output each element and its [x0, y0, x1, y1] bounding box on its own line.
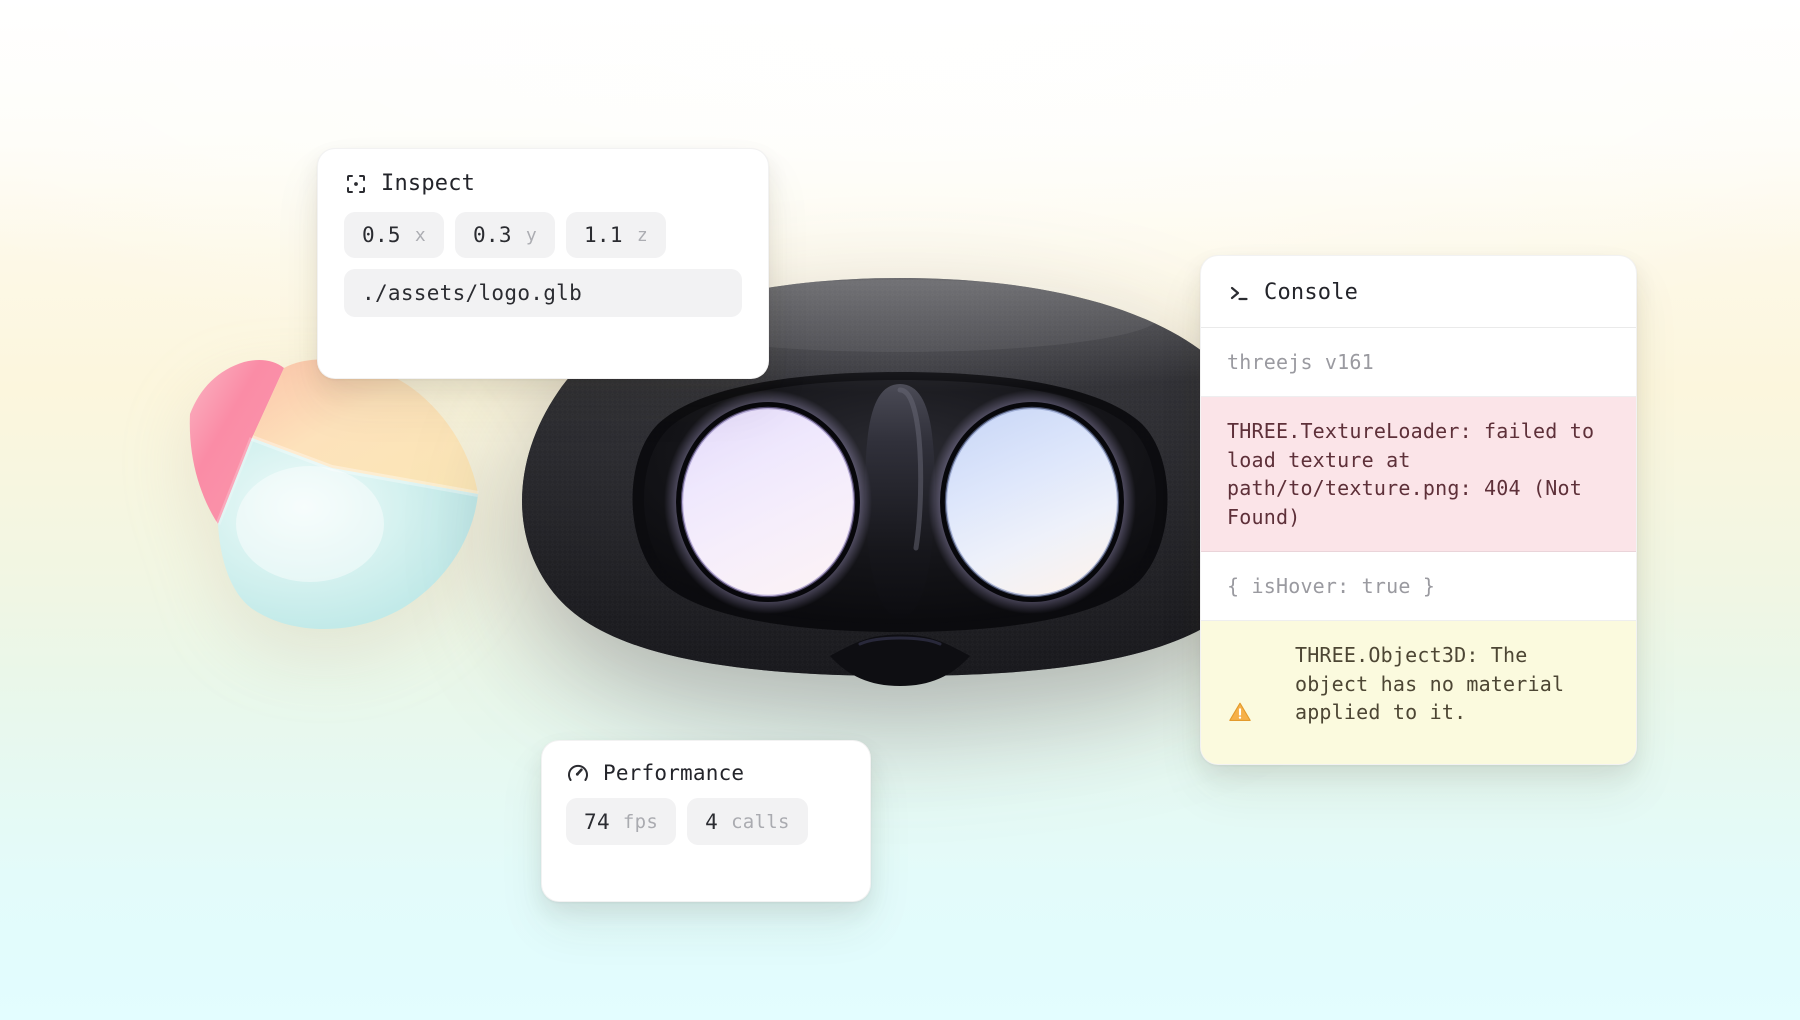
- scan-crosshair-icon: [344, 172, 368, 196]
- performance-header: Performance: [542, 741, 870, 793]
- headset-lens-left: [664, 390, 872, 614]
- inspect-field-x-label: x: [414, 224, 426, 246]
- scene-canvas: Inspect 0.5 x 0.3 y 1.1 z ./assets/logo.…: [0, 0, 1800, 1020]
- headset-nose-bridge: [864, 384, 936, 618]
- performance-stat-fps[interactable]: 74 fps: [566, 798, 677, 845]
- inspect-field-z[interactable]: 1.1 z: [565, 212, 666, 258]
- performance-calls-label: calls: [731, 810, 790, 833]
- console-row-log-1[interactable]: threejs v161: [1201, 328, 1636, 398]
- headset-lens-right: [928, 390, 1136, 614]
- console-row-log-2[interactable]: { isHover: true }: [1201, 551, 1636, 622]
- inspect-title: Inspect: [381, 171, 476, 196]
- performance-stat-calls[interactable]: 4 calls: [687, 798, 808, 845]
- inspect-field-y-value: 0.3: [472, 223, 512, 247]
- inspect-asset-path[interactable]: ./assets/logo.glb: [344, 269, 742, 317]
- inspect-field-y[interactable]: 0.3 y: [454, 212, 555, 258]
- console-panel: Console threejs v161 THREE.TextureLoader…: [1200, 255, 1637, 765]
- console-header: Console: [1201, 256, 1636, 327]
- inspect-field-x[interactable]: 0.5 x: [344, 212, 444, 258]
- console-row-text: THREE.Object3D: The object has no materi…: [1294, 643, 1577, 725]
- inspect-vector-fields: 0.5 x 0.3 y 1.1 z: [318, 206, 768, 258]
- performance-title: Performance: [603, 761, 745, 785]
- inspect-field-z-label: z: [636, 224, 648, 246]
- warning-triangle-icon: [1227, 641, 1283, 760]
- inspect-panel: Inspect 0.5 x 0.3 y 1.1 z ./assets/logo.…: [317, 148, 769, 379]
- console-row-text: THREE.TextureLoader: failed to load text…: [1227, 419, 1607, 529]
- console-row-error[interactable]: THREE.TextureLoader: failed to load text…: [1201, 397, 1636, 552]
- inspect-path-row: ./assets/logo.glb: [318, 258, 768, 317]
- inspect-field-x-value: 0.5: [362, 223, 401, 247]
- inspect-header: Inspect: [318, 149, 768, 206]
- gauge-icon: [566, 761, 590, 785]
- console-title: Console: [1264, 280, 1359, 305]
- performance-fps-value: 74: [584, 809, 610, 834]
- console-row-text: { isHover: true }: [1227, 573, 1436, 598]
- performance-fps-label: fps: [622, 810, 659, 833]
- console-row-text: threejs v161: [1227, 350, 1374, 374]
- console-row-warning[interactable]: THREE.Object3D: The object has no materi…: [1201, 621, 1636, 764]
- performance-panel: Performance 74 fps 4 calls: [541, 740, 871, 902]
- inspect-field-y-label: y: [525, 224, 537, 246]
- terminal-prompt-icon: [1227, 281, 1251, 305]
- performance-stats: 74 fps 4 calls: [542, 793, 870, 845]
- inspect-field-z-value: 1.1: [583, 223, 623, 247]
- performance-calls-value: 4: [705, 809, 719, 834]
